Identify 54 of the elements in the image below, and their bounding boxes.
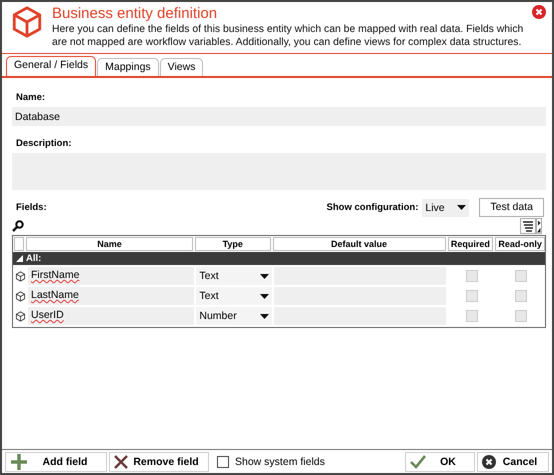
- read-only-checkbox[interactable]: [515, 290, 528, 302]
- remove-field-button[interactable]: Remove field: [109, 452, 209, 472]
- column-header[interactable]: Read-only: [495, 237, 545, 251]
- ok-button[interactable]: OK: [405, 452, 475, 472]
- tab[interactable]: Mappings: [97, 58, 159, 76]
- read-only-checkbox[interactable]: [515, 270, 528, 282]
- dialog-description: Here you can define the fields of this business entity which can be mapped with real data. Fields which are not mapped are workflow variables. Additionally, you can define views for complex data structures.: [52, 23, 524, 49]
- checkbox-label: Show system fields: [235, 456, 326, 468]
- column-header[interactable]: Required: [448, 237, 494, 251]
- field-label: Show configuration:: [326, 202, 418, 213]
- column-chooser-icon[interactable]: [520, 218, 542, 234]
- add-field-button[interactable]: Add field: [5, 452, 107, 472]
- plus-icon: [10, 452, 28, 470]
- tab[interactable]: Views: [160, 58, 204, 76]
- test-data-button[interactable]: Test data: [479, 198, 544, 217]
- field-label: Name:: [16, 92, 46, 103]
- cube-icon: [15, 270, 26, 282]
- header-cell: [14, 237, 24, 251]
- type-select[interactable]: Number: [196, 307, 272, 325]
- required-checkbox[interactable]: [466, 270, 478, 282]
- name-cell[interactable]: FirstName: [28, 267, 194, 285]
- name-cell[interactable]: LastName: [28, 287, 194, 305]
- column-header[interactable]: Name: [26, 237, 193, 251]
- checkbox[interactable]: [217, 456, 229, 468]
- group-label: All:: [26, 252, 42, 265]
- required-checkbox[interactable]: [466, 290, 478, 302]
- read-only-checkbox[interactable]: [515, 310, 528, 322]
- cube-icon: [15, 290, 26, 302]
- type-select[interactable]: Text: [196, 287, 272, 305]
- dialog-title: Business entity definition: [52, 5, 218, 23]
- field-label: Description:: [16, 138, 72, 149]
- column-header[interactable]: Default value: [272, 237, 446, 251]
- cross-icon: [114, 454, 128, 468]
- caret-icon: [457, 205, 466, 210]
- cube-icon: [15, 310, 26, 322]
- cube-icon: [10, 5, 44, 39]
- check-icon: [410, 454, 426, 468]
- column-header[interactable]: Type: [194, 237, 271, 251]
- caret-icon: [260, 314, 269, 318]
- required-checkbox[interactable]: [466, 310, 478, 322]
- field-label: Fields:: [16, 202, 48, 213]
- close-icon[interactable]: [532, 5, 546, 19]
- name-field[interactable]: Database: [12, 107, 546, 126]
- search-icon[interactable]: [12, 220, 24, 232]
- configuration-select[interactable]: Live: [422, 198, 470, 216]
- expand-icon[interactable]: [16, 255, 23, 262]
- caret-icon: [260, 274, 269, 278]
- caret-icon: [260, 294, 269, 298]
- tab[interactable]: General / Fields: [6, 56, 96, 76]
- type-select[interactable]: Text: [196, 267, 272, 285]
- group-row[interactable]: All:: [13, 252, 545, 265]
- cancel-icon: [482, 454, 496, 468]
- name-cell[interactable]: UserID: [28, 307, 194, 325]
- cancel-button[interactable]: Cancel: [477, 452, 549, 472]
